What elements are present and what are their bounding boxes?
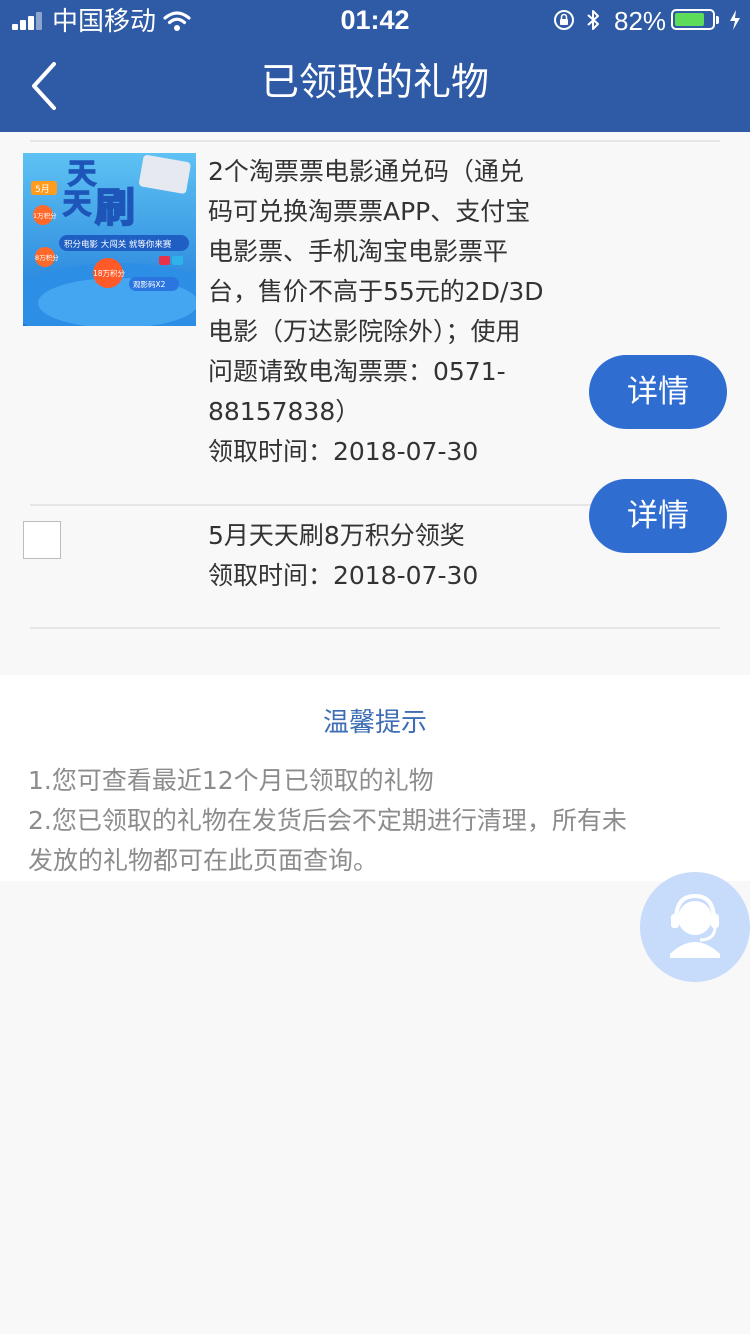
divider	[30, 627, 720, 629]
tip-line: 1.您可查看最近12个月已领取的礼物	[28, 766, 434, 795]
tip-line: 发放的礼物都可在此页面查询。	[28, 846, 379, 875]
status-bar: 中国移动 01:42 82%	[0, 0, 750, 40]
gift-received-time: 领取时间：2018-07-30	[208, 561, 479, 590]
thumb-ticket-label: 观影码X2	[133, 279, 166, 289]
divider	[30, 140, 720, 142]
nav-bar: 已领取的礼物	[0, 40, 750, 132]
gift-thumbnail-placeholder	[23, 521, 61, 559]
tips-panel: 温馨提示 1.您可查看最近12个月已领取的礼物 2.您已领取的礼物在发货后会不定…	[0, 675, 750, 881]
thumb-badge-3: 18万积分	[93, 268, 126, 278]
gift-description-line: 码可兑换淘票票APP、支付宝	[208, 197, 531, 226]
gift-description: 2个淘票票电影通兑码（通兑 码可兑换淘票票APP、支付宝 电影票、手机淘宝电影票平台…	[208, 152, 558, 432]
thumb-ribbon: 积分电影 大闯关 就等你来赛	[64, 239, 172, 250]
battery-percent: 82%	[614, 6, 667, 36]
orientation-lock-icon	[554, 10, 574, 30]
thumb-badge-1: 1万积分	[33, 211, 57, 220]
gift-description-line: 5月天天刷8万积分领奖	[208, 521, 465, 550]
gift-received-time: 领取时间：2018-07-30	[208, 437, 479, 466]
tips-title: 温馨提示	[322, 708, 427, 738]
gift-description: 5月天天刷8万积分领奖	[208, 516, 558, 556]
page-title: 已领取的礼物	[260, 60, 489, 104]
gift-description-line: 88157838）	[208, 397, 361, 426]
gift-description-line: 2个淘票票电影通兑码（通兑	[208, 157, 524, 186]
customer-service-button[interactable]	[640, 872, 750, 982]
detail-button[interactable]: 详情	[589, 355, 727, 429]
thumb-title-char-2: 天	[63, 187, 91, 220]
thumb-month: 5月	[35, 184, 50, 195]
gift-thumbnail[interactable]: 5月 天 天 刷 积分电影 大闯关 就等你来赛 1万积分 8万积分 18万积分 …	[23, 153, 196, 326]
customer-service-icon	[670, 893, 720, 958]
gift-description-line: 电影（万达影院除外）；使用	[208, 317, 521, 346]
thumb-title-char-3: 刷	[95, 185, 135, 231]
tip-line: 2.您已领取的礼物在发货后会不定期进行清理，所有未	[28, 806, 627, 835]
bluetooth-icon	[587, 10, 599, 30]
thumb-badge-2: 8万积分	[35, 253, 59, 262]
charging-icon	[730, 10, 740, 30]
battery-icon	[671, 9, 719, 30]
gift-list: 5月 天 天 刷 积分电影 大闯关 就等你来赛 1万积分 8万积分 18万积分 …	[0, 132, 750, 675]
gift-description-line: 电影票、手机淘宝电影票平	[208, 237, 509, 266]
thumb-title-char-1: 天	[68, 157, 96, 190]
gift-description-line: 问题请致电淘票票：0571-	[208, 357, 506, 386]
detail-button[interactable]: 详情	[589, 479, 727, 553]
gift-description-line: 台，售价不高于55元的2D/3D	[208, 277, 544, 306]
